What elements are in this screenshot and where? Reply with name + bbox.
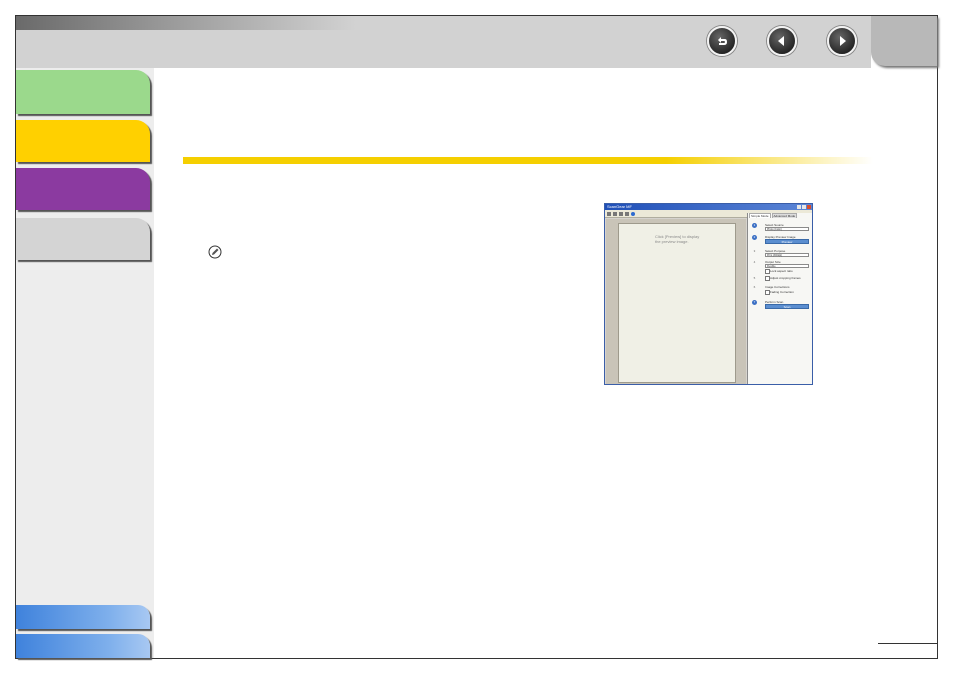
back-button[interactable] bbox=[707, 26, 737, 56]
preview-hint-line2: the preview image. bbox=[655, 239, 689, 244]
pencil-note-icon bbox=[208, 245, 222, 259]
settings-panel: Simple Mode Advanced Mode 1 Select Sourc… bbox=[747, 213, 812, 384]
step-select-purpose: 3 Select Purpose Print (300dpi) bbox=[752, 249, 810, 259]
checkbox-label: Adjust cropping frames bbox=[770, 276, 801, 280]
info-icon bbox=[631, 211, 635, 216]
sidebar-section-green[interactable] bbox=[16, 70, 150, 114]
return-arrow-icon bbox=[718, 37, 727, 45]
scanner-app-screenshot: ScanGear MF Click [Preview] to display t… bbox=[604, 203, 813, 385]
step-preview: 2 Display Preview Image Preview bbox=[752, 235, 810, 245]
output-size-select: Flexible bbox=[765, 264, 809, 268]
step-number: 3 bbox=[753, 249, 756, 253]
mode-tabs: Simple Mode Advanced Mode bbox=[748, 213, 812, 218]
corner-tab[interactable] bbox=[871, 16, 937, 66]
purpose-select: Print (300dpi) bbox=[765, 253, 809, 257]
previous-page-button[interactable] bbox=[767, 26, 797, 56]
sidebar-section-gray[interactable] bbox=[16, 218, 150, 260]
scan-button: Scan bbox=[765, 304, 809, 309]
sidebar-bottom-button-2[interactable] bbox=[16, 634, 150, 658]
zoom-icon bbox=[619, 211, 623, 216]
sidebar-section-purple[interactable] bbox=[16, 168, 150, 210]
step-number: 7 bbox=[752, 300, 757, 305]
rotate-icon bbox=[625, 211, 629, 216]
window-controls bbox=[797, 205, 811, 209]
tab-advanced-mode: Advanced Mode bbox=[771, 213, 798, 218]
sidebar-bottom-button-1[interactable] bbox=[16, 605, 150, 629]
arrow-left-icon bbox=[778, 36, 784, 46]
source-select: Photo (Color) bbox=[765, 227, 809, 231]
heading-rule bbox=[183, 157, 873, 164]
minimize-icon bbox=[797, 205, 801, 209]
checkbox-label: Fading Correction bbox=[770, 290, 794, 294]
step-number: 5 bbox=[753, 276, 756, 280]
sidebar-section-yellow[interactable] bbox=[16, 120, 150, 162]
preview-area: Click [Preview] to display the preview i… bbox=[606, 219, 746, 384]
step-number: 2 bbox=[752, 235, 757, 240]
step-perform-scan: 7 Perform Scan Scan bbox=[752, 300, 810, 310]
arrow-right-icon bbox=[840, 36, 846, 46]
maximize-icon bbox=[802, 205, 806, 209]
preview-page: Click [Preview] to display the preview i… bbox=[618, 223, 736, 383]
preview-button: Preview bbox=[765, 239, 809, 244]
tab-simple-mode: Simple Mode bbox=[749, 213, 771, 218]
step-select-source: 1 Select Source Photo (Color) bbox=[752, 223, 810, 233]
step-fading-correction: Fading Correction bbox=[752, 290, 810, 300]
step-label: Image Corrections bbox=[765, 285, 790, 289]
footer-rule bbox=[878, 643, 938, 644]
select-icon bbox=[613, 211, 617, 216]
top-toolbar-stripe bbox=[16, 16, 356, 30]
close-icon bbox=[807, 205, 811, 209]
step-number: 1 bbox=[752, 223, 757, 228]
crop-icon bbox=[607, 211, 611, 216]
step-number: 4 bbox=[753, 260, 756, 264]
next-page-button[interactable] bbox=[827, 26, 857, 56]
checkbox-label: Lock aspect ratio bbox=[770, 269, 793, 273]
